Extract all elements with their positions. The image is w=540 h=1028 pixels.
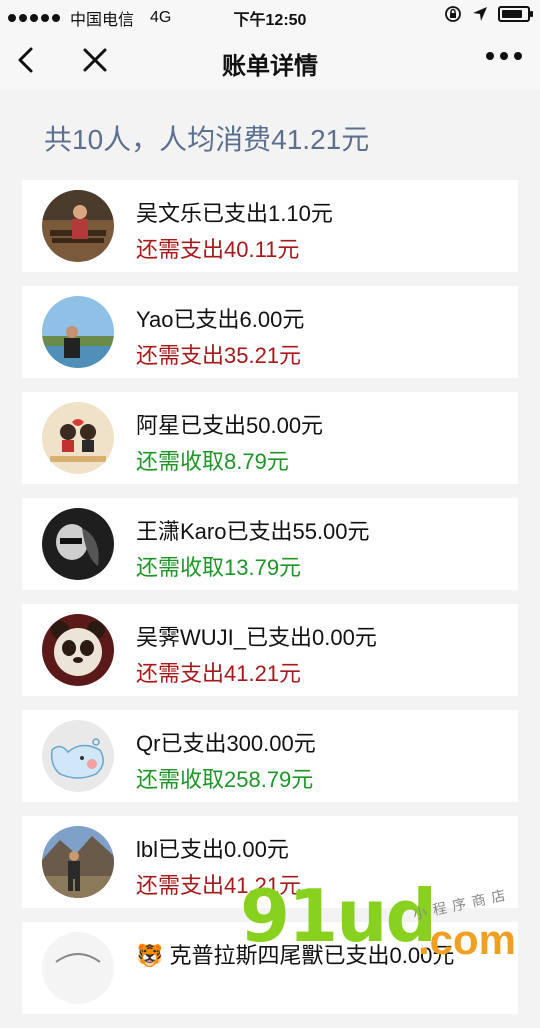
avatar — [42, 296, 114, 368]
member-list: 吴文乐已支出1.10元 还需支出40.11元 Yao已支出6.00元 还需支出3… — [22, 180, 518, 1028]
member-balance: 还需收取8.79元 — [136, 449, 289, 474]
member-card[interactable]: Yao已支出6.00元 还需支出35.21元 — [22, 286, 518, 378]
status-bar: 中国电信 4G 下午12:50 — [0, 0, 540, 30]
member-paid: lbl已支出0.00元 — [136, 837, 289, 862]
location-icon — [473, 7, 487, 21]
member-card[interactable]: Qr已支出300.00元 还需收取258.79元 — [22, 710, 518, 802]
member-paid: 王潇Karo已支出55.00元 — [136, 519, 370, 544]
member-paid: 阿星已支出50.00元 — [136, 413, 324, 438]
bill-summary: 共10人，人均消费41.21元 — [44, 124, 370, 155]
member-card[interactable]: 阿星已支出50.00元 还需收取8.79元 — [22, 392, 518, 484]
member-balance: 还需支出41.21元 — [136, 661, 302, 686]
avatar — [42, 190, 114, 262]
member-paid: Qr已支出300.00元 — [136, 731, 316, 756]
member-card[interactable]: 🐯 克普拉斯四尾獸已支出0.00元 — [22, 922, 518, 1014]
avatar — [42, 508, 114, 580]
member-paid: 🐯 克普拉斯四尾獸已支出0.00元 — [136, 943, 455, 968]
member-card[interactable]: 吴文乐已支出1.10元 还需支出40.11元 — [22, 180, 518, 272]
member-card[interactable]: 王潇Karo已支出55.00元 还需收取13.79元 — [22, 498, 518, 590]
member-balance: 还需收取13.79元 — [136, 555, 302, 580]
avatar — [42, 720, 114, 792]
member-balance: 还需支出35.21元 — [136, 343, 302, 368]
avatar — [42, 932, 114, 1004]
battery-icon — [498, 6, 533, 22]
member-card[interactable]: 吴霁WUJI_已支出0.00元 还需支出41.21元 — [22, 604, 518, 696]
avatar — [42, 826, 114, 898]
rotation-lock-icon — [445, 6, 461, 22]
member-paid: Yao已支出6.00元 — [136, 307, 305, 332]
member-card[interactable]: lbl已支出0.00元 还需支出41.21元 — [22, 816, 518, 908]
more-dots-icon — [486, 52, 494, 60]
member-balance: 还需支出40.11元 — [136, 237, 300, 262]
avatar — [42, 614, 114, 686]
page-title: 账单详情 — [222, 53, 318, 80]
avatar — [42, 402, 114, 474]
more-button[interactable] — [486, 52, 522, 60]
member-balance: 还需收取258.79元 — [136, 767, 314, 792]
nav-bar: 账单详情 — [0, 30, 540, 90]
member-paid: 吴霁WUJI_已支出0.00元 — [136, 625, 377, 650]
member-paid: 吴文乐已支出1.10元 — [136, 201, 333, 226]
member-balance: 还需支出41.21元 — [136, 873, 302, 898]
